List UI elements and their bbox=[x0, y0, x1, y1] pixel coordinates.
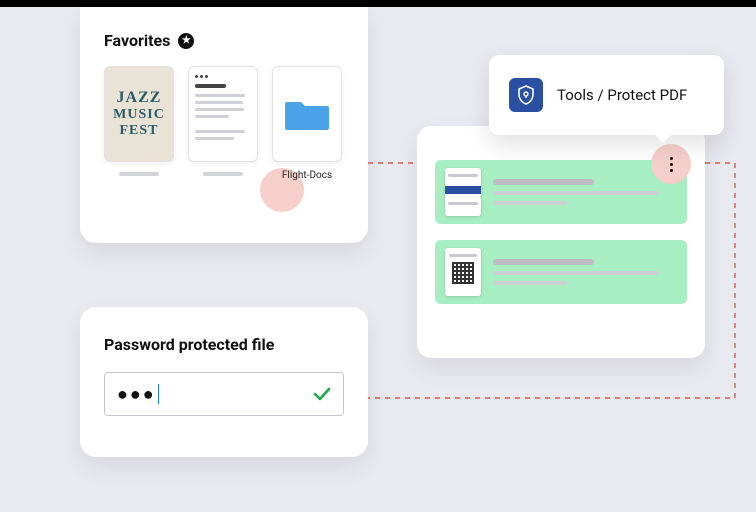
favorite-label-placeholder bbox=[119, 172, 159, 176]
favorites-title: Favorites bbox=[104, 31, 170, 50]
checkmark-icon bbox=[311, 383, 333, 405]
password-panel-title: Password protected file bbox=[104, 335, 344, 354]
file-row-ticket[interactable] bbox=[435, 160, 687, 224]
favorite-label-flight-docs: Flight-Docs bbox=[282, 170, 332, 181]
file-title-placeholder bbox=[493, 259, 594, 265]
thumbnail-document bbox=[188, 66, 258, 162]
file-thumbnail-qr bbox=[445, 248, 481, 296]
folder-icon bbox=[283, 94, 331, 134]
protect-pdf-tooltip: Tools / Protect PDF bbox=[489, 55, 724, 135]
file-row-qr[interactable] bbox=[435, 240, 687, 304]
file-thumbnail-ticket bbox=[445, 168, 481, 216]
favorites-card: Favorites ★ JAZZ MUSIC FEST bbox=[80, 7, 368, 243]
tooltip-label: Tools / Protect PDF bbox=[557, 86, 687, 104]
file-meta-placeholder bbox=[493, 281, 567, 285]
favorite-item-flight-docs-folder[interactable]: Flight-Docs bbox=[272, 66, 342, 181]
file-title-placeholder bbox=[493, 179, 594, 185]
thumbnail-jazz-poster: JAZZ MUSIC FEST bbox=[104, 66, 174, 162]
kebab-icon bbox=[670, 157, 673, 172]
thumbnail-folder bbox=[272, 66, 342, 162]
file-meta-placeholder bbox=[493, 191, 659, 195]
favorite-item-jazz-poster[interactable]: JAZZ MUSIC FEST bbox=[104, 66, 174, 176]
text-caret bbox=[158, 384, 160, 404]
more-actions-button[interactable] bbox=[651, 144, 691, 184]
files-selection-card bbox=[417, 126, 705, 358]
favorite-label-placeholder bbox=[203, 172, 243, 176]
file-meta-placeholder bbox=[493, 271, 659, 275]
favorite-item-document[interactable] bbox=[188, 66, 258, 176]
star-icon: ★ bbox=[178, 33, 194, 49]
file-meta-placeholder bbox=[493, 201, 567, 205]
password-masked-value: ●●● bbox=[117, 384, 156, 405]
window-top-strip bbox=[0, 0, 756, 7]
favorites-header: Favorites ★ bbox=[104, 31, 344, 50]
password-panel: Password protected file ●●● bbox=[80, 307, 368, 457]
shield-lock-icon bbox=[509, 78, 543, 112]
password-input[interactable]: ●●● bbox=[104, 372, 344, 416]
